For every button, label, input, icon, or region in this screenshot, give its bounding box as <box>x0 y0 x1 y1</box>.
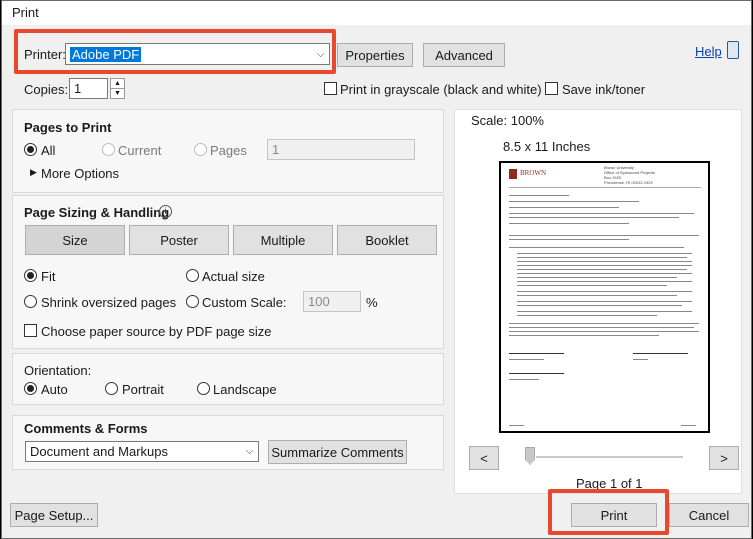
shrink-radio[interactable] <box>24 295 37 308</box>
save-ink-checkbox[interactable] <box>545 82 558 95</box>
shrink-label: Shrink oversized pages <box>41 295 177 310</box>
summarize-comments-button[interactable]: Summarize Comments <box>268 440 407 464</box>
booklet-tab-button[interactable]: Booklet <box>337 225 437 255</box>
multiple-tab-button[interactable]: Multiple <box>233 225 333 255</box>
copies-input[interactable]: 1 <box>69 78 108 99</box>
paper-size-label: 8.5 x 11 Inches <box>503 139 591 154</box>
auto-orientation-label: Auto <box>41 382 68 397</box>
pages-to-print-title: Pages to Print <box>24 120 112 135</box>
doc-header-right: Brown University Office of Sponsored Pro… <box>604 165 655 185</box>
page-slider-track[interactable] <box>536 456 683 458</box>
current-page-radio[interactable] <box>102 143 115 156</box>
comments-select[interactable]: Document and Markups ⌵ <box>25 441 259 462</box>
grayscale-checkbox[interactable] <box>324 82 337 95</box>
advanced-button[interactable]: Advanced <box>423 43 505 67</box>
portrait-label: Portrait <box>122 382 164 397</box>
print-highlight <box>548 489 669 535</box>
poster-tab-button[interactable]: Poster <box>129 225 229 255</box>
comments-title: Comments & Forms <box>24 421 148 436</box>
help-book-icon[interactable] <box>727 41 739 59</box>
auto-orientation-radio[interactable] <box>24 382 37 395</box>
all-pages-label: All <box>41 143 56 158</box>
title-bar: Print <box>2 1 751 25</box>
fit-radio[interactable] <box>24 269 37 282</box>
chevron-down-icon[interactable]: ⌵ <box>241 442 258 461</box>
page-sizing-title: Page Sizing & Handling <box>24 205 170 220</box>
size-tab-button[interactable]: Size <box>25 225 125 255</box>
cancel-button[interactable]: Cancel <box>669 503 749 527</box>
custom-scale-radio[interactable] <box>186 295 199 308</box>
print-dialog: Print Printer: Adobe PDF ⌵ Properties Ad… <box>1 0 752 539</box>
landscape-radio[interactable] <box>197 382 210 395</box>
custom-scale-input[interactable]: 100 <box>303 291 361 312</box>
orientation-panel <box>12 353 444 405</box>
copies-label: Copies: <box>24 82 69 97</box>
pages-range-input[interactable]: 1 <box>267 139 415 160</box>
stepper-up-icon[interactable]: ▲ <box>111 79 124 89</box>
properties-button[interactable]: Properties <box>337 43 413 67</box>
shield-icon <box>509 169 517 179</box>
portrait-radio[interactable] <box>105 382 118 395</box>
expand-triangle-icon[interactable]: ▶ <box>30 167 37 178</box>
all-pages-radio[interactable] <box>24 143 37 156</box>
next-page-button[interactable]: > <box>709 446 739 470</box>
grayscale-label: Print in grayscale (black and white) <box>340 82 542 97</box>
orientation-title: Orientation: <box>24 363 92 378</box>
fit-label: Fit <box>41 269 56 284</box>
pages-range-label: Pages <box>210 143 247 158</box>
info-icon[interactable]: i <box>159 205 172 218</box>
stepper-down-icon[interactable]: ▼ <box>111 89 124 98</box>
current-page-label: Current <box>118 143 162 158</box>
choose-source-checkbox[interactable] <box>24 324 37 337</box>
previous-page-button[interactable]: < <box>469 446 499 470</box>
doc-logo: BROWN <box>520 169 547 177</box>
window-title: Print <box>12 5 39 20</box>
save-ink-label: Save ink/toner <box>562 82 646 97</box>
percent-label: % <box>366 295 378 310</box>
actual-size-label: Actual size <box>202 269 265 284</box>
help-link[interactable]: Help <box>695 44 722 59</box>
scale-label: Scale: 100% <box>471 113 544 128</box>
more-options-link[interactable]: More Options <box>41 166 119 181</box>
custom-scale-label: Custom Scale: <box>202 295 287 310</box>
copies-stepper[interactable]: ▲ ▼ <box>110 78 125 99</box>
printer-highlight <box>14 29 336 74</box>
preview-page: BROWN Brown University Office of Sponsor… <box>499 161 710 433</box>
page-setup-button[interactable]: Page Setup... <box>10 503 98 527</box>
comments-selected-value: Document and Markups <box>30 444 169 459</box>
pages-range-radio[interactable] <box>194 143 207 156</box>
landscape-label: Landscape <box>213 382 277 397</box>
choose-source-label: Choose paper source by PDF page size <box>41 324 272 339</box>
actual-size-radio[interactable] <box>186 269 199 282</box>
